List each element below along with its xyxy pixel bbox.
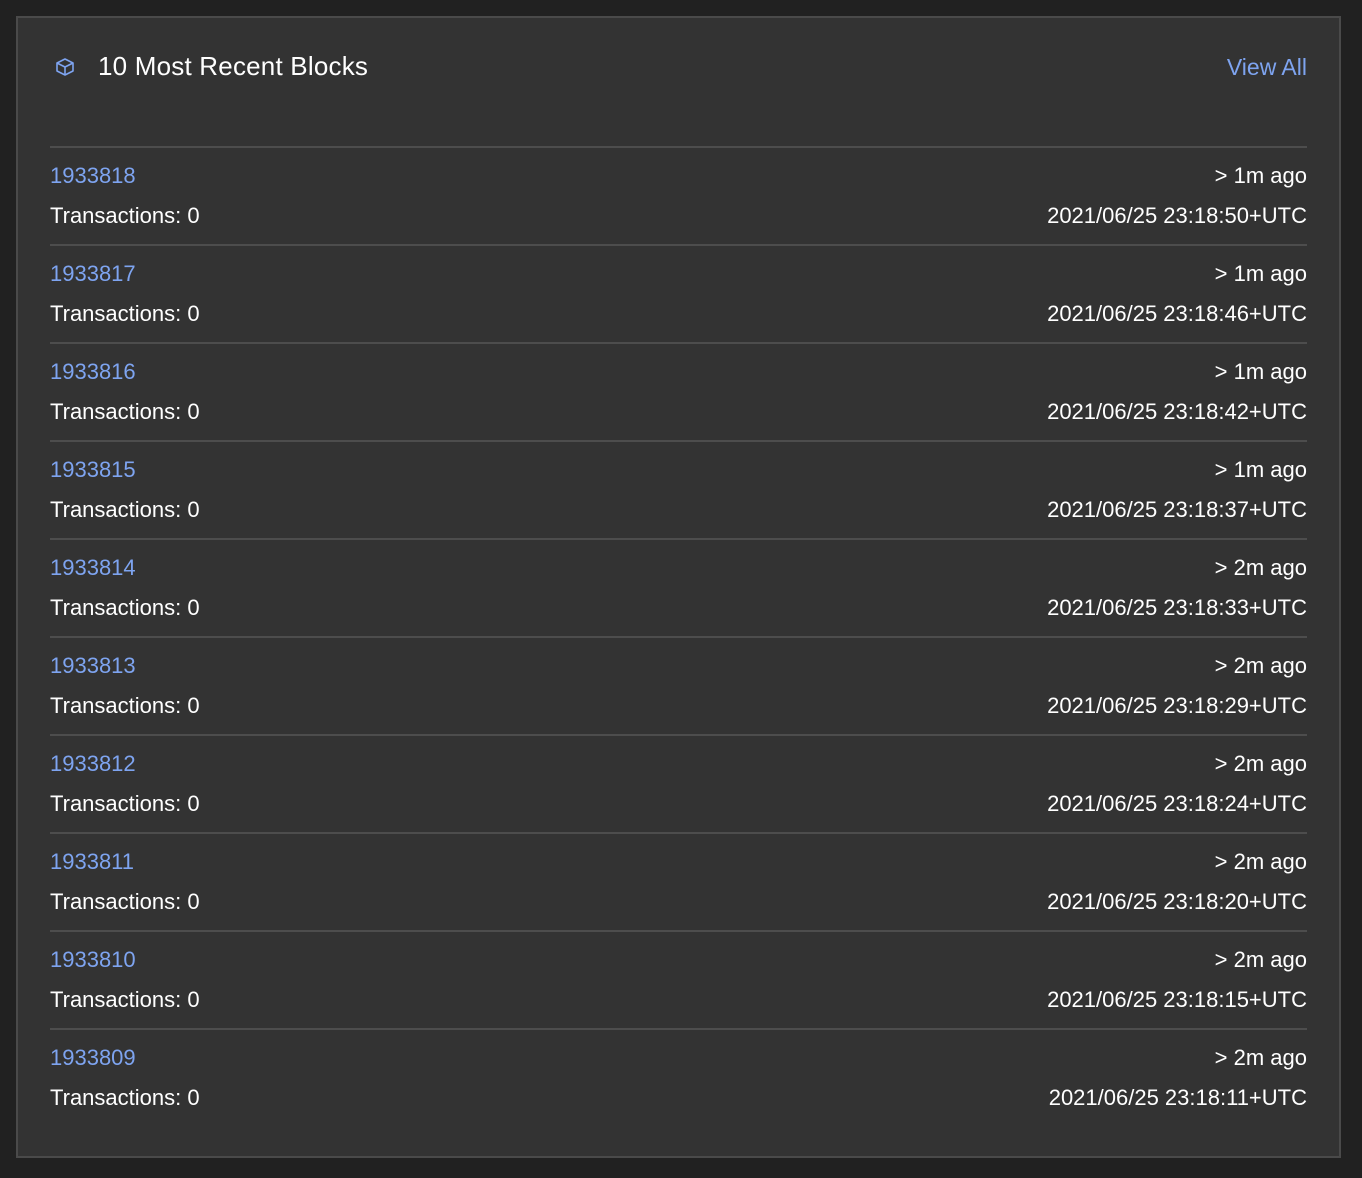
block-row: 1933812 Transactions: 0 > 2m ago 2021/06… bbox=[50, 734, 1307, 832]
page-title: 10 Most Recent Blocks bbox=[98, 51, 369, 81]
block-height-link[interactable]: 1933815 bbox=[50, 456, 136, 484]
block-timestamp: 2021/06/25 23:18:11+UTC bbox=[1048, 1085, 1307, 1110]
block-timestamp: 2021/06/25 23:18:37+UTC bbox=[1047, 497, 1307, 522]
block-row: 1933817 Transactions: 0 > 1m ago 2021/06… bbox=[50, 244, 1307, 342]
block-height-link[interactable]: 1933818 bbox=[50, 162, 136, 190]
block-timestamp: 2021/06/25 23:18:15+UTC bbox=[1047, 987, 1307, 1012]
transactions-count: Transactions: 0 bbox=[50, 301, 200, 326]
transactions-count: Transactions: 0 bbox=[50, 889, 200, 914]
block-timestamp: 2021/06/25 23:18:50+UTC bbox=[1047, 203, 1307, 228]
transactions-count: Transactions: 0 bbox=[50, 693, 200, 718]
block-age: > 2m ago bbox=[1214, 653, 1307, 678]
transactions-count: Transactions: 0 bbox=[50, 497, 200, 522]
block-timestamp: 2021/06/25 23:18:46+UTC bbox=[1047, 301, 1307, 326]
block-row: 1933815 Transactions: 0 > 1m ago 2021/06… bbox=[50, 440, 1307, 538]
block-height-link[interactable]: 1933816 bbox=[50, 358, 136, 386]
block-row: 1933818 Transactions: 0 > 1m ago 2021/06… bbox=[50, 146, 1307, 244]
block-age: > 2m ago bbox=[1214, 555, 1307, 580]
block-age: > 1m ago bbox=[1214, 359, 1307, 384]
transactions-count: Transactions: 0 bbox=[50, 791, 200, 816]
block-row: 1933811 Transactions: 0 > 2m ago 2021/06… bbox=[50, 832, 1307, 930]
block-height-link[interactable]: 1933814 bbox=[50, 554, 136, 582]
block-height-link[interactable]: 1933817 bbox=[50, 260, 136, 288]
block-timestamp: 2021/06/25 23:18:24+UTC bbox=[1047, 791, 1307, 816]
block-height-link[interactable]: 1933809 bbox=[50, 1044, 136, 1072]
block-row: 1933816 Transactions: 0 > 1m ago 2021/06… bbox=[50, 342, 1307, 440]
block-height-link[interactable]: 1933812 bbox=[50, 750, 136, 778]
block-height-link[interactable]: 1933811 bbox=[50, 848, 134, 876]
recent-blocks-panel: 10 Most Recent Blocks View All 1933818 T… bbox=[16, 16, 1341, 1158]
block-height-link[interactable]: 1933813 bbox=[50, 652, 136, 680]
transactions-count: Transactions: 0 bbox=[50, 203, 200, 228]
block-row: 1933813 Transactions: 0 > 2m ago 2021/06… bbox=[50, 636, 1307, 734]
transactions-count: Transactions: 0 bbox=[50, 399, 200, 424]
blocks-list: 1933818 Transactions: 0 > 1m ago 2021/06… bbox=[50, 146, 1307, 1126]
block-timestamp: 2021/06/25 23:18:29+UTC bbox=[1047, 693, 1307, 718]
transactions-count: Transactions: 0 bbox=[50, 595, 200, 620]
block-age: > 2m ago bbox=[1214, 849, 1307, 874]
block-timestamp: 2021/06/25 23:18:20+UTC bbox=[1047, 889, 1307, 914]
block-age: > 2m ago bbox=[1214, 751, 1307, 776]
cube-icon bbox=[54, 56, 76, 78]
block-age: > 2m ago bbox=[1214, 1045, 1307, 1070]
block-age: > 1m ago bbox=[1214, 457, 1307, 482]
block-height-link[interactable]: 1933810 bbox=[50, 946, 136, 974]
block-timestamp: 2021/06/25 23:18:33+UTC bbox=[1047, 595, 1307, 620]
view-all-link[interactable]: View All bbox=[1227, 50, 1307, 84]
block-row: 1933810 Transactions: 0 > 2m ago 2021/06… bbox=[50, 930, 1307, 1028]
transactions-count: Transactions: 0 bbox=[50, 1085, 200, 1110]
block-age: > 1m ago bbox=[1214, 163, 1307, 188]
block-row: 1933814 Transactions: 0 > 2m ago 2021/06… bbox=[50, 538, 1307, 636]
block-row: 1933809 Transactions: 0 > 2m ago 2021/06… bbox=[50, 1028, 1307, 1126]
panel-header: 10 Most Recent Blocks View All bbox=[18, 18, 1339, 118]
transactions-count: Transactions: 0 bbox=[50, 987, 200, 1012]
block-age: > 2m ago bbox=[1214, 947, 1307, 972]
block-age: > 1m ago bbox=[1214, 261, 1307, 286]
block-timestamp: 2021/06/25 23:18:42+UTC bbox=[1047, 399, 1307, 424]
